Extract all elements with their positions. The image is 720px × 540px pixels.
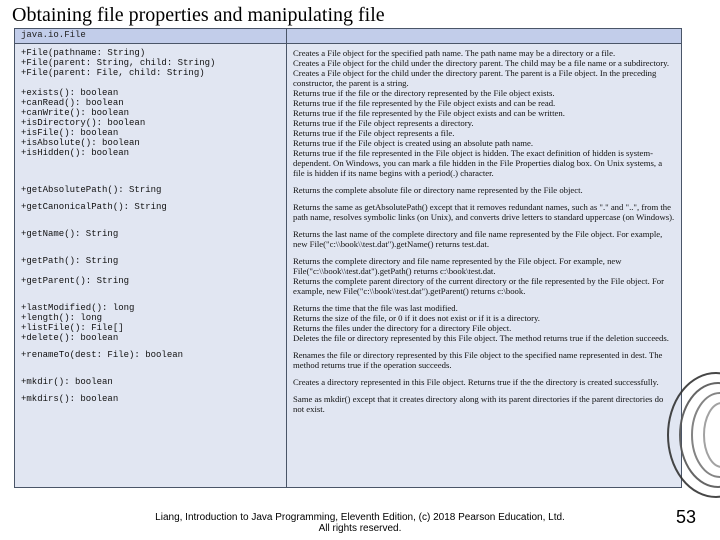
method-description: Creates a File object for the specified … [293, 48, 675, 58]
method-signature: +isFile(): boolean [21, 128, 280, 138]
method-description: Creates a directory represented in this … [293, 377, 675, 387]
method-signature: +length(): long [21, 313, 280, 323]
slide-title: Obtaining file properties and manipulati… [12, 4, 385, 27]
table-header-row: java.io.File [15, 29, 681, 44]
method-description: Returns the complete absolute file or di… [293, 185, 675, 195]
method-signature: +mkdirs(): boolean [21, 394, 280, 414]
method-description: Returns the size of the file, or 0 if it… [293, 313, 675, 323]
method-description: Same as mkdir() except that it creates d… [293, 394, 675, 414]
method-description: Returns true if the File object is creat… [293, 138, 675, 148]
footer-line1: Liang, Introduction to Java Programming,… [155, 512, 565, 523]
method-description: Deletes the file or directory represente… [293, 333, 675, 343]
uml-table: java.io.File +File(pathname: String)+Fil… [14, 28, 682, 488]
method-description: Returns true if the file represented by … [293, 98, 675, 108]
method-signature: +getParent(): String [21, 276, 280, 296]
method-signature: +getCanonicalPath(): String [21, 202, 280, 222]
method-signature: +renameTo(dest: File): boolean [21, 350, 280, 370]
method-signature: +isDirectory(): boolean [21, 118, 280, 128]
method-signature: +getPath(): String [21, 256, 280, 276]
method-description: Renames the file or directory represente… [293, 350, 675, 370]
method-signature: +getAbsolutePath(): String [21, 185, 280, 195]
method-signature: +lastModified(): long [21, 303, 280, 313]
method-description: Returns the complete parent directory of… [293, 276, 675, 296]
method-signature: +File(pathname: String) [21, 48, 280, 58]
method-description: Returns the complete directory and file … [293, 256, 675, 276]
method-description: Returns the last name of the complete di… [293, 229, 675, 249]
table-header-classname: java.io.File [15, 29, 287, 43]
footer-line2: All rights reserved. [319, 523, 402, 534]
method-description: Returns true if the file represented in … [293, 148, 675, 178]
signature-column: +File(pathname: String)+File(parent: Str… [15, 44, 287, 487]
description-column: Creates a File object for the specified … [287, 44, 681, 487]
footer: Liang, Introduction to Java Programming,… [0, 512, 720, 534]
method-signature: +listFile(): File[] [21, 323, 280, 333]
method-description: Returns the same as getAbsolutePath() ex… [293, 202, 675, 222]
method-description: Returns true if the file or the director… [293, 88, 675, 98]
method-signature: +File(parent: String, child: String) [21, 58, 280, 68]
method-description: Returns the files under the directory fo… [293, 323, 675, 333]
method-signature: +File(parent: File, child: String) [21, 68, 280, 88]
method-description: Returns true if the File object represen… [293, 128, 675, 138]
method-signature: +mkdir(): boolean [21, 377, 280, 387]
slide: Obtaining file properties and manipulati… [0, 0, 720, 540]
table-header-empty [287, 29, 681, 43]
method-signature: +isAbsolute(): boolean [21, 138, 280, 148]
method-signature: +canRead(): boolean [21, 98, 280, 108]
method-signature: +getName(): String [21, 229, 280, 249]
method-description: Returns true if the File object represen… [293, 118, 675, 128]
method-description: Returns true if the file represented by … [293, 108, 675, 118]
method-signature: +canWrite(): boolean [21, 108, 280, 118]
method-signature: +isHidden(): boolean [21, 148, 280, 178]
page-number: 53 [676, 507, 696, 528]
method-description: Returns the time that the file was last … [293, 303, 675, 313]
table-body: +File(pathname: String)+File(parent: Str… [15, 44, 681, 487]
method-signature: +delete(): boolean [21, 333, 280, 343]
method-signature: +exists(): boolean [21, 88, 280, 98]
method-description: Creates a File object for the child unde… [293, 58, 675, 68]
method-description: Creates a File object for the child unde… [293, 68, 675, 88]
